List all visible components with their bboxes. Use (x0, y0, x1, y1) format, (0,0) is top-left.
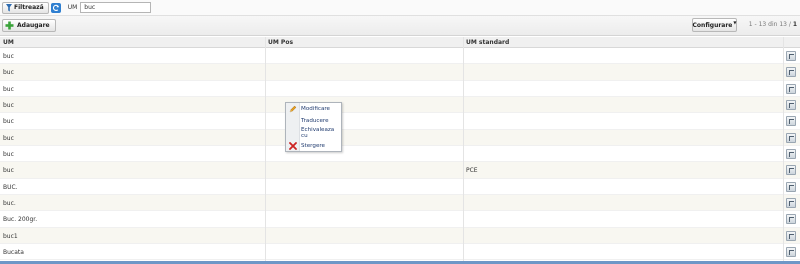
row-action-icon[interactable] (786, 165, 796, 176)
config-button[interactable]: Configurare ▼ (692, 18, 737, 32)
row-action-icon[interactable] (786, 51, 796, 61)
menu-item-label: Echivaleaza cu (301, 127, 335, 140)
table-row[interactable]: buc (0, 113, 800, 130)
menu-item-label: Stergere (301, 142, 325, 149)
add-button-label: Adaugare (17, 22, 50, 29)
column-header-um[interactable]: UM (3, 39, 14, 46)
table-row[interactable]: buc (0, 64, 800, 81)
menu-item-label: Traducere (301, 118, 329, 125)
cell-um: buc. (3, 200, 16, 208)
filter-button-label: Filtrează (14, 4, 44, 11)
table-row[interactable]: buc (0, 146, 800, 163)
column-header-um-pos[interactable]: UM Pos (268, 39, 293, 46)
column-divider (265, 37, 266, 264)
pager: 1 - 13 din 13 / 1 (749, 21, 797, 28)
row-action-icon[interactable] (786, 83, 796, 94)
pencil-icon (289, 105, 297, 113)
row-action-icon[interactable] (786, 149, 796, 160)
delete-x-icon (289, 141, 297, 150)
pager-pages: 1 (792, 21, 797, 28)
cell-um: buc (3, 134, 14, 142)
context-menu: Modificare Traducere Echivaleaza cu Ster… (285, 102, 342, 152)
table-row[interactable]: Bucata (0, 244, 800, 261)
menu-item-label: Modificare (301, 106, 330, 113)
cell-um: Bucata (3, 249, 24, 257)
filter-button[interactable]: Filtrează (2, 1, 49, 14)
grid-body: buc buc buc buc buc buc buc buc PCE BUC. … (0, 48, 800, 261)
column-divider (783, 37, 784, 264)
menu-item-stergere[interactable]: Stergere (286, 140, 341, 152)
cell-um: buc (3, 151, 14, 159)
row-action-icon[interactable] (786, 247, 796, 258)
add-button[interactable]: Adaugare (2, 19, 56, 32)
row-action-icon[interactable] (786, 181, 796, 192)
table-row[interactable]: buc. (0, 195, 800, 212)
row-action-icon[interactable] (786, 132, 796, 143)
table-row[interactable]: buc1 (0, 227, 800, 245)
cell-um-standard: PCE (466, 167, 478, 175)
cell-um: buc (3, 102, 14, 110)
table-row[interactable]: buc PCE (0, 162, 800, 179)
cell-um: buc (3, 69, 14, 77)
cell-um: buc (3, 53, 14, 60)
table-row[interactable]: buc (0, 129, 800, 147)
caret-down-icon: ▼ (733, 19, 737, 25)
row-action-icon[interactable] (786, 230, 796, 241)
cell-um: buc1 (3, 232, 18, 240)
menu-item-echivaleaza[interactable]: Echivaleaza cu (286, 127, 341, 139)
toolbar: Adaugare Configurare ▼ 1 - 13 din 13 / 1 (0, 15, 800, 36)
row-action-icon[interactable] (786, 100, 796, 111)
table-row[interactable]: buc (0, 48, 800, 65)
menu-item-modificare[interactable]: Modificare (286, 103, 341, 115)
row-action-icon[interactable] (786, 198, 796, 209)
cell-um: BUC. (3, 183, 18, 191)
config-button-label: Configurare (692, 21, 733, 29)
table-row[interactable]: BUC. (0, 179, 800, 196)
table-row[interactable]: buc (0, 81, 800, 98)
menu-item-traducere[interactable]: Traducere (286, 115, 341, 127)
pager-range: 1 - 13 din 13 / (748, 21, 791, 28)
um-filter-input[interactable] (80, 2, 152, 13)
row-action-icon[interactable] (786, 214, 796, 225)
plus-icon (5, 21, 14, 30)
cell-um: buc (3, 118, 14, 126)
funnel-icon (6, 3, 12, 11)
column-divider (463, 37, 464, 264)
table-row[interactable]: buc (0, 97, 800, 114)
filter-bar: Filtrează UM (0, 0, 800, 15)
cell-um: Buc. 200gr. (3, 216, 38, 224)
cell-um: buc (3, 85, 14, 93)
column-header-um-standard[interactable]: UM standard (466, 39, 509, 46)
refresh-icon[interactable] (50, 2, 61, 13)
um-filter-label: UM (67, 4, 78, 11)
row-action-icon[interactable] (786, 67, 796, 78)
cell-um: buc (3, 167, 14, 175)
row-action-icon[interactable] (786, 116, 796, 127)
table-row[interactable]: Buc. 200gr. (0, 211, 800, 228)
grid-header: UM UM Pos UM standard (0, 37, 800, 48)
